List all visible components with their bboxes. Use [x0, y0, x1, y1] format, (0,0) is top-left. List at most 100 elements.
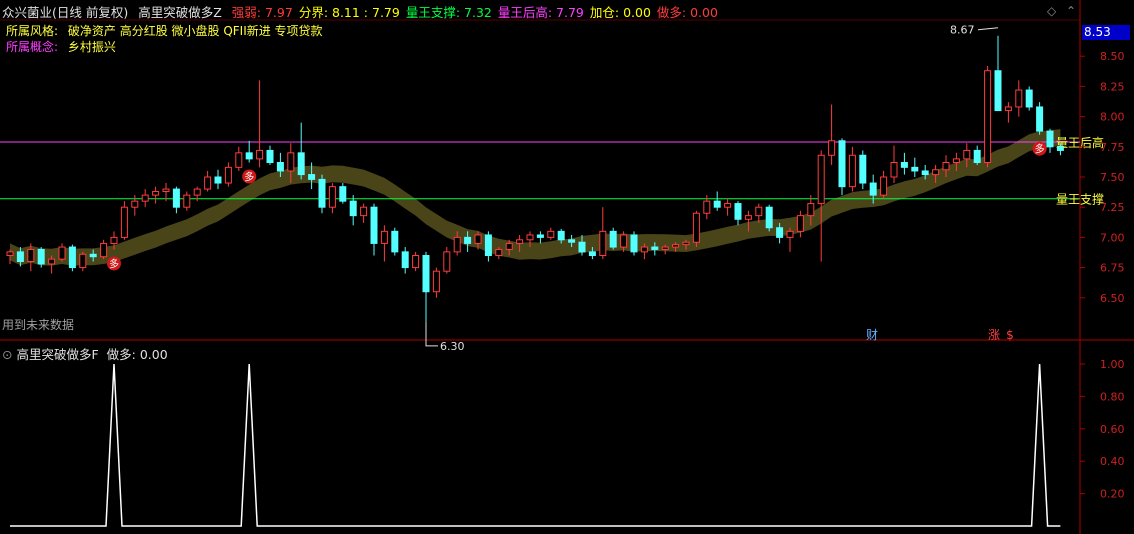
candle-body-92	[963, 149, 971, 160]
candle-body-70	[734, 203, 742, 220]
candle-99	[1036, 102, 1044, 135]
candle-body-65	[682, 241, 690, 246]
candle-body-72	[755, 206, 763, 217]
sub-tick-label-1: 0.80	[1100, 390, 1125, 403]
high-label: 8.67	[950, 24, 975, 37]
candle-body-33	[349, 200, 357, 217]
candle-82	[859, 150, 867, 190]
style-row: 所属风格: 破净资产 高分红股 微小盘股 QFII新进 专项贷款	[6, 22, 323, 39]
candle-body-10	[110, 236, 118, 244]
candle-body-3	[37, 248, 45, 265]
candle-30	[318, 174, 326, 214]
candle-body-11	[120, 206, 128, 238]
candle-body-88	[921, 170, 929, 176]
candle-body-5	[58, 246, 66, 260]
candle-body-100	[1046, 130, 1054, 148]
candle-body-21	[224, 166, 232, 184]
candle-body-35	[370, 206, 378, 244]
sub-indicator-value: 做多: 0.00	[106, 347, 168, 362]
candle-body-53	[557, 230, 565, 241]
candle-body-50	[526, 234, 534, 241]
candle-body-41	[432, 270, 440, 293]
sub-indicator-name[interactable]: 高里突破做多F	[16, 347, 98, 362]
sub-tick-label-2: 0.60	[1100, 423, 1125, 436]
candle-body-71	[744, 215, 752, 220]
current-price-badge: 8.53	[1082, 25, 1130, 40]
candle-98	[1025, 86, 1033, 111]
candle-body-18	[193, 188, 201, 196]
candle-60	[630, 231, 638, 256]
sub-pane-header: ⊙ 高里突破做多F 做多: 0.00	[2, 344, 168, 363]
candle-body-73	[765, 206, 773, 229]
price-tick-label-4: 7.50	[1100, 171, 1125, 184]
candle-body-34	[360, 206, 368, 217]
candle-body-40	[422, 255, 430, 293]
candle-body-91	[952, 158, 960, 164]
style-label: 所属风格:	[6, 24, 59, 38]
candle-body-78	[817, 154, 825, 205]
candle-body-52	[547, 230, 555, 238]
candle-body-76	[796, 215, 804, 232]
hline-label-1: 量王支撑	[1056, 192, 1104, 207]
chart-header: 众兴菌业(日线 前复权) 高里突破做多Z 强弱: 7.97 分界: 8.11 : …	[2, 2, 730, 21]
candle-body-16	[172, 188, 180, 208]
candle-body-20	[214, 176, 222, 184]
candle-body-56	[588, 251, 596, 256]
candle-body-62	[651, 246, 659, 250]
candle-body-74	[776, 227, 784, 238]
candle-body-32	[339, 186, 347, 202]
candle-body-95	[994, 70, 1002, 112]
candle-body-19	[204, 176, 212, 190]
candle-body-80	[838, 140, 846, 188]
candle-body-90	[942, 162, 950, 171]
candle-body-2	[27, 248, 35, 263]
candle-body-30	[318, 178, 326, 208]
style-value: 破净资产 高分红股 微小盘股 QFII新进 专项贷款	[67, 24, 323, 38]
candle-body-25	[266, 149, 274, 164]
candle-body-24	[256, 149, 264, 160]
candle-body-37	[391, 230, 399, 253]
candle-body-39	[412, 255, 420, 269]
candle-body-94	[984, 70, 992, 164]
candle-body-79	[828, 140, 836, 156]
candle-body-86	[900, 162, 908, 168]
low-label: 6.30	[440, 340, 465, 353]
candle-body-13	[141, 194, 149, 202]
candle-6	[68, 244, 76, 272]
candle-body-27	[287, 152, 295, 172]
candle-body-75	[786, 230, 794, 238]
candle-body-12	[131, 200, 139, 208]
candle-body-97	[1015, 89, 1023, 108]
price-tick-label-0: 8.50	[1100, 50, 1125, 63]
sub-tick-label-4: 0.20	[1100, 488, 1125, 501]
event-marker-0: 财	[866, 328, 878, 342]
indicator-name[interactable]: 高里突破做多Z	[138, 5, 222, 20]
stock-title[interactable]: 众兴菌业(日线 前复权)	[2, 5, 128, 20]
candle-body-87	[911, 166, 919, 172]
candle-body-61	[640, 246, 648, 253]
indicator-value-2: 量王支撑: 7.32	[405, 5, 492, 20]
concept-row: 所属概念: 乡村振兴	[6, 38, 116, 55]
candle-11	[120, 201, 128, 240]
indicator-value-1: 分界: 8.11 : 7.79	[298, 5, 400, 20]
candle-body-44	[464, 236, 472, 244]
candle-body-29	[308, 174, 316, 180]
indicator-values: 强弱: 7.97 分界: 8.11 : 7.79 量王支撑: 7.32 量王后高: 7…	[232, 5, 724, 20]
candle-80	[838, 138, 846, 196]
candle-body-82	[859, 154, 867, 184]
sub-tick-label-3: 0.40	[1100, 455, 1125, 468]
future-data-note: 用到未来数据	[2, 318, 75, 332]
signal-label-0: 多	[109, 257, 119, 270]
price-tick-label-2: 8.00	[1100, 111, 1125, 124]
indicator-value-4: 加仓: 0.00	[589, 5, 651, 20]
candle-body-28	[297, 152, 305, 176]
chevron-up-icon[interactable]: ⌃	[1066, 4, 1076, 18]
candle-body-77	[807, 203, 815, 217]
diamond-icon[interactable]: ◇	[1047, 4, 1056, 18]
candle-body-67	[703, 200, 711, 214]
candle-body-48	[505, 242, 513, 250]
price-tick-label-5: 7.25	[1100, 201, 1125, 214]
candle-73	[765, 204, 773, 232]
sub-collapse-icon[interactable]: ⊙	[2, 347, 12, 362]
candle-body-7	[79, 253, 87, 269]
